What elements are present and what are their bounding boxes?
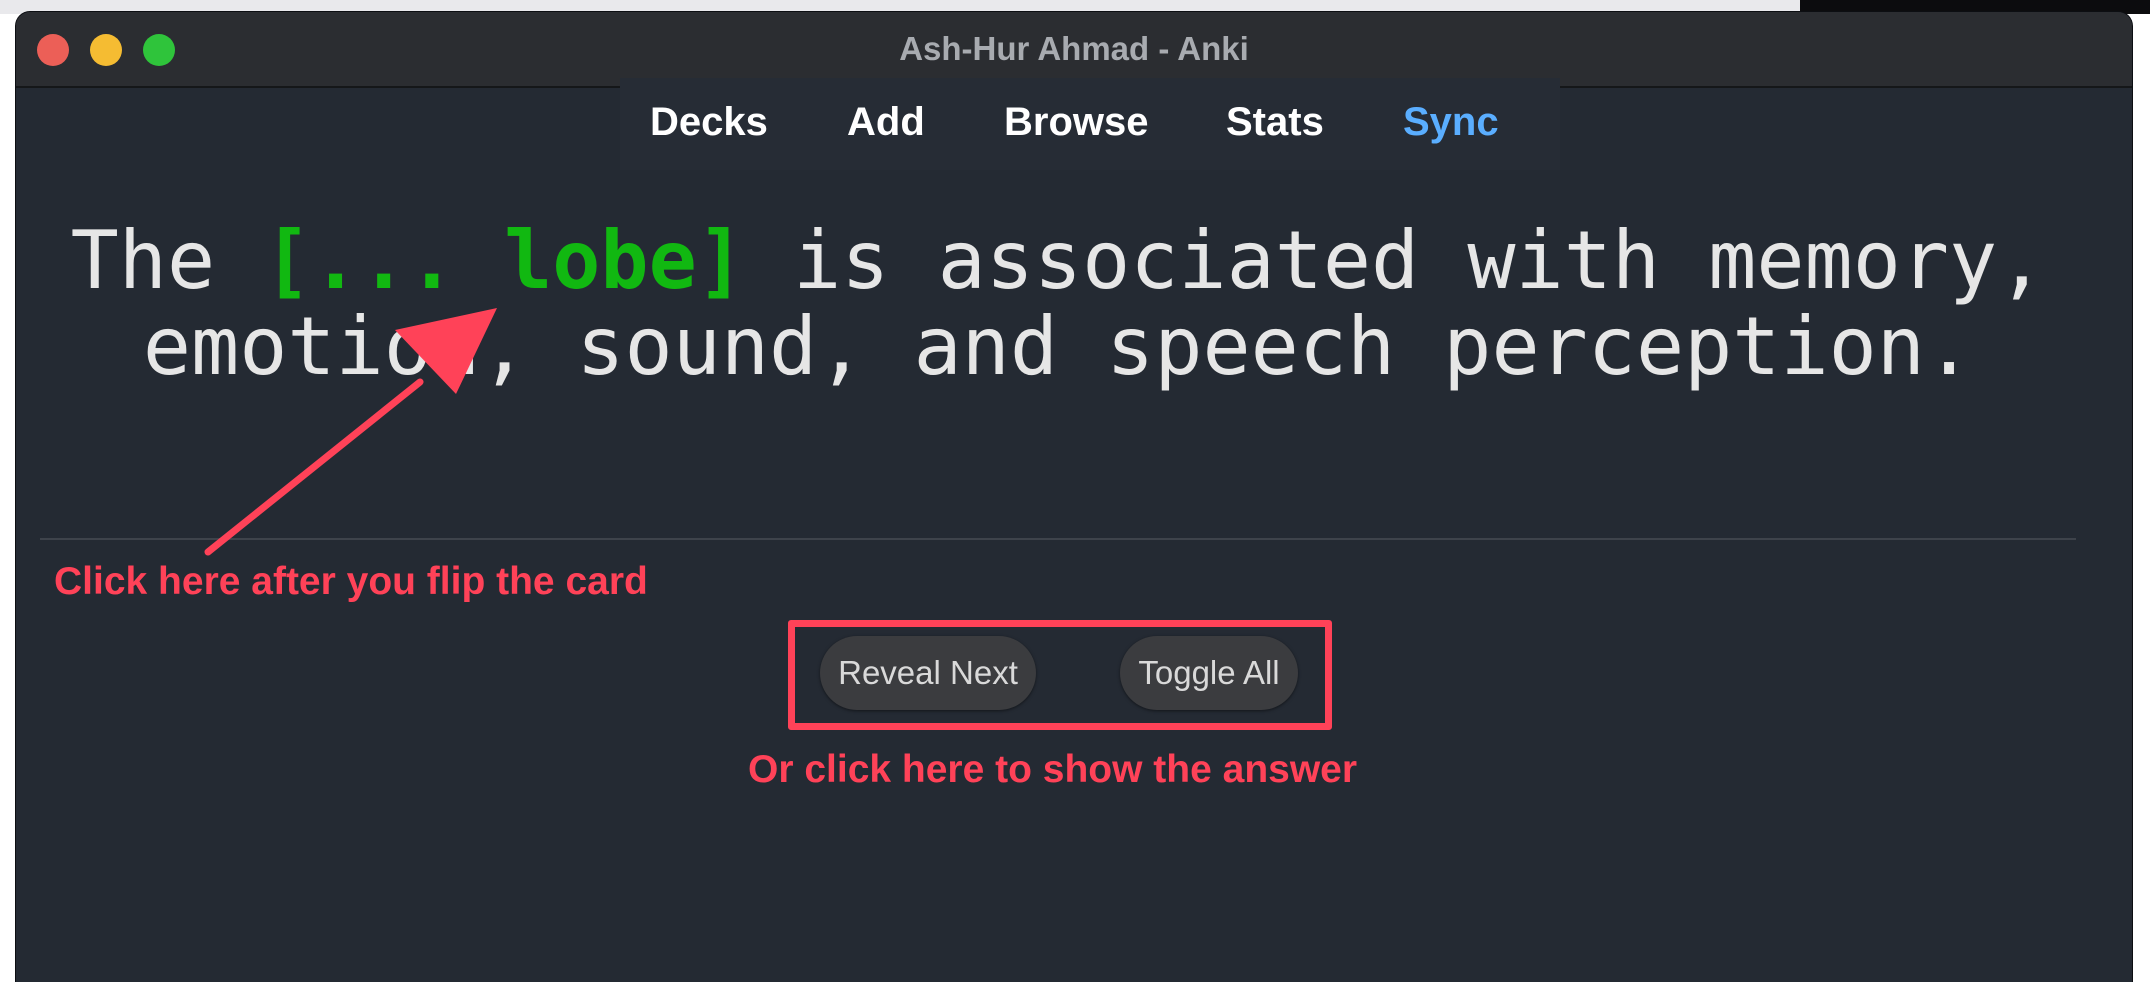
toggle-all-button[interactable]: Toggle All <box>1120 636 1298 710</box>
title-bar: Ash-Hur Ahmad - Anki <box>16 12 2132 88</box>
card-text-line2: emotion, sound, and speech perception. <box>142 300 1974 393</box>
reveal-next-button[interactable]: Reveal Next <box>820 636 1036 710</box>
cloze-deletion[interactable]: [... lobe] <box>263 214 745 307</box>
flip-card-annotation: Click here after you flip the card <box>54 560 648 603</box>
card-text-prefix: The <box>70 214 264 307</box>
card-text-line1-rest: is associated with memory, <box>744 214 2046 307</box>
show-answer-annotation: Or click here to show the answer <box>748 748 1358 791</box>
toolbar-sync-link[interactable]: Sync <box>1403 100 1499 145</box>
toolbar-stats-link[interactable]: Stats <box>1226 100 1324 145</box>
toolbar-add-link[interactable]: Add <box>847 100 925 145</box>
card-divider <box>40 538 2076 540</box>
window-title: Ash-Hur Ahmad - Anki <box>899 30 1249 67</box>
toolbar-decks-link[interactable]: Decks <box>650 100 768 145</box>
toolbar-browse-link[interactable]: Browse <box>1004 100 1149 145</box>
card-question: The [... lobe] is associated with memory… <box>40 218 2076 390</box>
